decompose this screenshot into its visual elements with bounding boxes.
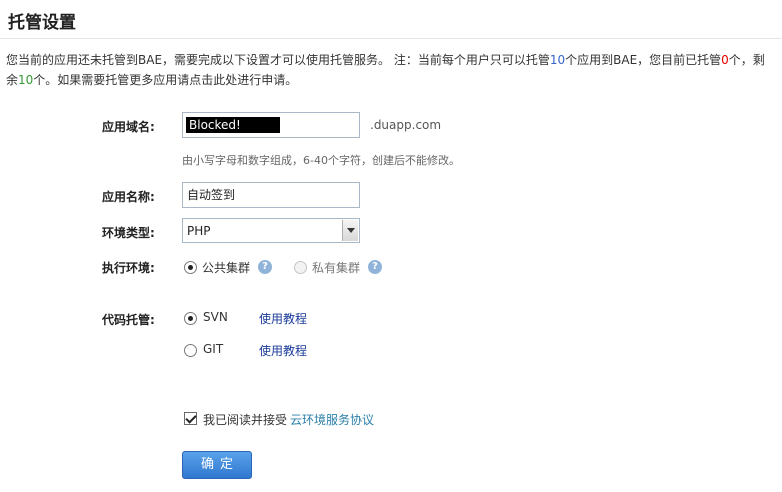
hosting-notice: 您当前的应用还未托管到BAE，需要完成以下设置才可以使用托管服务。 注：当前每个… [6,50,776,90]
git-tutorial-link[interactable]: 使用教程 [259,342,307,359]
git-label[interactable]: GIT [203,342,223,356]
notice-current-count: 0 [721,53,729,67]
domain-suffix: .duapp.com [370,118,442,132]
notice-text-4[interactable]: 个。如果需要托管更多应用请点击此处进行申请。 [33,73,297,87]
svn-label[interactable]: SVN [203,310,228,324]
domain-label: 应用域名: [102,120,155,134]
env-type-select[interactable]: PHP [182,218,360,243]
domain-hint: 由小写字母和数字组成，6-40个字符，创建后不能修改。 [182,154,460,167]
help-icon[interactable]: ? [368,260,382,274]
code-hosting-label: 代码托管: [102,313,155,327]
notice-text-2: 个应用到BAE，您目前已托管 [565,53,722,67]
page-title: 托管设置 [8,13,76,33]
app-name-label: 应用名称: [102,190,155,204]
confirm-button[interactable]: 确定 [182,451,252,479]
env-type-label: 环境类型: [102,226,155,240]
svn-radio[interactable] [184,312,197,325]
runtime-label: 执行环境: [102,261,155,275]
runtime-private-radio[interactable] [294,261,307,274]
notice-remaining-count: 10 [18,73,34,87]
help-icon[interactable]: ? [258,260,272,274]
runtime-public-radio[interactable] [184,261,197,274]
title-divider [0,38,782,39]
chevron-down-icon[interactable] [342,220,358,241]
notice-max-count: 10 [549,53,566,67]
agreement-checkbox[interactable] [184,412,197,425]
domain-input[interactable]: Blocked! [182,112,360,138]
env-type-selected: PHP [187,224,211,238]
runtime-public-label[interactable]: 公共集群 [202,259,250,276]
notice-text-1: 您当前的应用还未托管到BAE，需要完成以下设置才可以使用托管服务。 注：当前每个… [6,53,550,67]
runtime-private-label[interactable]: 私有集群 [312,259,360,276]
git-radio[interactable] [184,344,197,357]
domain-value: Blocked! [186,117,280,133]
svn-tutorial-link[interactable]: 使用教程 [259,310,307,327]
app-name-input[interactable]: 自动签到 [182,182,360,208]
service-agreement-link[interactable]: 云环境服务协议 [290,411,374,428]
agreement-text: 我已阅读并接受 [203,413,288,427]
